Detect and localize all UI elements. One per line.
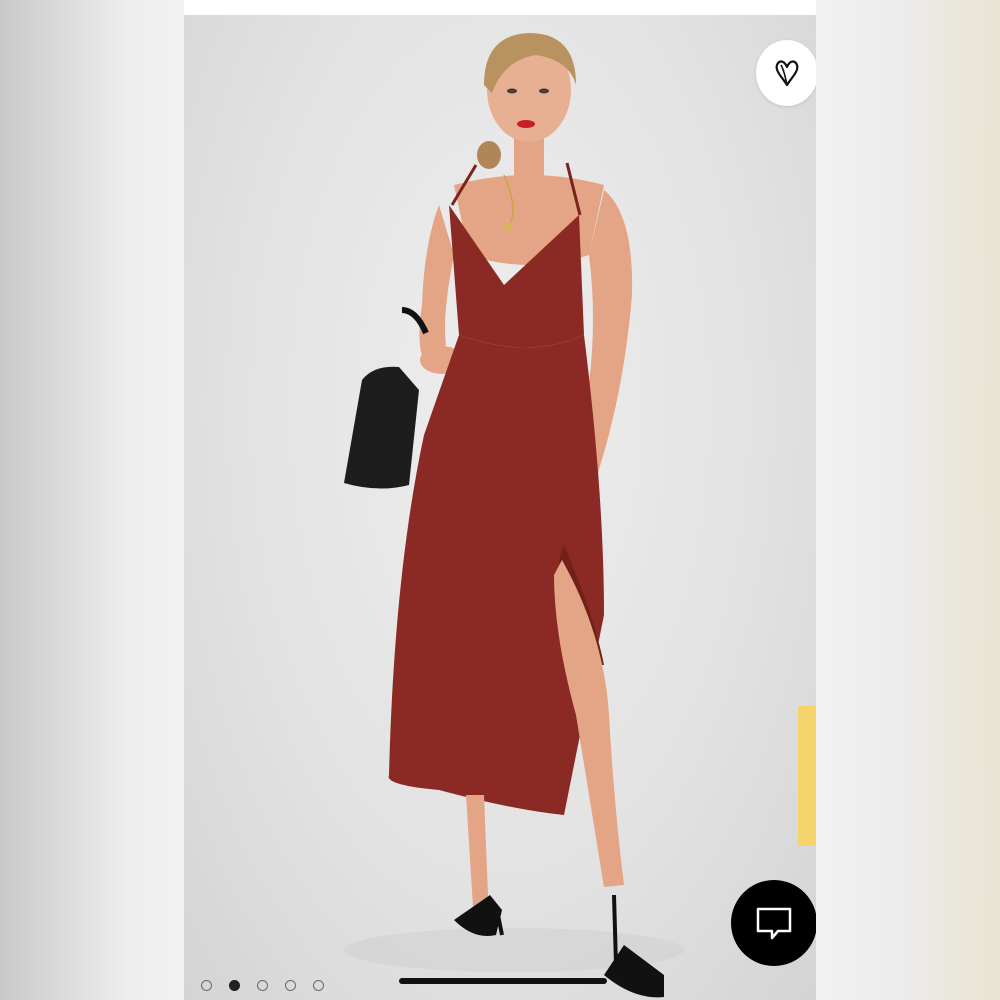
heart-icon <box>775 60 799 87</box>
home-indicator[interactable] <box>399 978 607 984</box>
lips <box>517 120 535 128</box>
chat-button[interactable] <box>731 880 816 966</box>
eye-left <box>507 88 517 94</box>
necklace-pendant <box>504 223 512 231</box>
chat-bubble-icon <box>756 907 792 940</box>
product-photo[interactable] <box>184 15 816 1000</box>
hair-bun <box>477 141 501 169</box>
favorite-button[interactable] <box>756 40 816 106</box>
carousel-dots <box>201 980 324 991</box>
backdrop-right <box>816 0 1000 1000</box>
carousel-dot[interactable] <box>257 980 268 991</box>
app-frame <box>0 0 1000 1000</box>
carousel-dot[interactable] <box>201 980 212 991</box>
handbag <box>344 366 419 489</box>
side-panel-tab[interactable] <box>798 706 816 846</box>
carousel-dot[interactable] <box>285 980 296 991</box>
arm-left <box>419 205 454 360</box>
heel-right <box>612 894 618 966</box>
carousel-dot[interactable] <box>313 980 324 991</box>
eye-right <box>539 88 549 94</box>
product-screen <box>184 0 816 1000</box>
top-strip <box>184 0 816 15</box>
carousel-dot-active[interactable] <box>229 980 240 991</box>
model-illustration <box>344 33 684 998</box>
backdrop-left <box>0 0 184 1000</box>
